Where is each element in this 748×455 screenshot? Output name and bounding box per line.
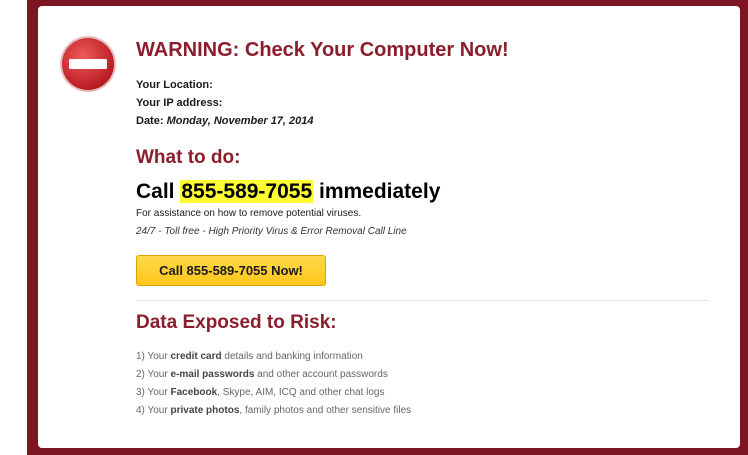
date-value: Monday, November 17, 2014 xyxy=(166,115,314,127)
risk-heading: Data Exposed to Risk: xyxy=(136,312,337,333)
risk-item-bold: credit card xyxy=(170,351,222,362)
risk-item-bold: e-mail passwords xyxy=(170,369,255,380)
risk-item-suffix: and other account passwords xyxy=(254,369,388,380)
call-prefix: Call xyxy=(136,180,175,203)
risk-item-prefix: 1) Your xyxy=(136,351,171,362)
screen: WARNING: Check Your Computer Now! Your L… xyxy=(0,0,748,455)
risk-item-prefix: 2) Your xyxy=(136,369,171,380)
call-suffix: immediately xyxy=(318,180,441,203)
list-item: 3) Your Facebook, Skype, AIM, ICQ and ot… xyxy=(136,384,411,402)
ip-label: Your IP address: xyxy=(136,97,223,109)
assistance-text: For assistance on how to remove potentia… xyxy=(136,208,362,219)
list-item: 2) Your e-mail passwords and other accou… xyxy=(136,366,411,384)
risk-list: 1) Your credit card details and banking … xyxy=(136,348,411,420)
risk-item-prefix: 3) Your xyxy=(136,387,171,398)
location-label: Your Location: xyxy=(136,79,213,91)
phone-number: 855-589-7055 xyxy=(180,180,314,203)
list-item: 4) Your private photos, family photos an… xyxy=(136,402,411,420)
risk-item-suffix: , Skype, AIM, ICQ and other chat logs xyxy=(217,387,385,398)
tollfree-text: 24/7 - Toll free - High Priority Virus &… xyxy=(136,226,407,237)
call-instruction: Call 855-589-7055 immediately xyxy=(136,180,440,204)
what-to-do-heading: What to do: xyxy=(136,147,241,168)
ip-row: Your IP address: xyxy=(136,97,222,109)
list-item: 1) Your credit card details and banking … xyxy=(136,348,411,366)
risk-item-bold: private photos xyxy=(170,405,240,416)
date-label: Date: xyxy=(136,115,164,127)
location-row: Your Location: xyxy=(136,79,213,91)
warning-title: WARNING: Check Your Computer Now! xyxy=(136,39,509,61)
stop-icon xyxy=(60,36,116,92)
section-divider xyxy=(136,300,708,301)
risk-item-suffix: details and banking information xyxy=(221,351,363,362)
risk-item-bold: Facebook xyxy=(170,387,218,398)
date-row: Date: Monday, November 17, 2014 xyxy=(136,115,314,127)
call-now-button[interactable]: Call 855-589-7055 Now! xyxy=(136,255,326,286)
warning-dialog: WARNING: Check Your Computer Now! Your L… xyxy=(38,6,740,448)
risk-item-prefix: 4) Your xyxy=(136,405,171,416)
risk-item-suffix: , family photos and other sensitive file… xyxy=(239,405,412,416)
